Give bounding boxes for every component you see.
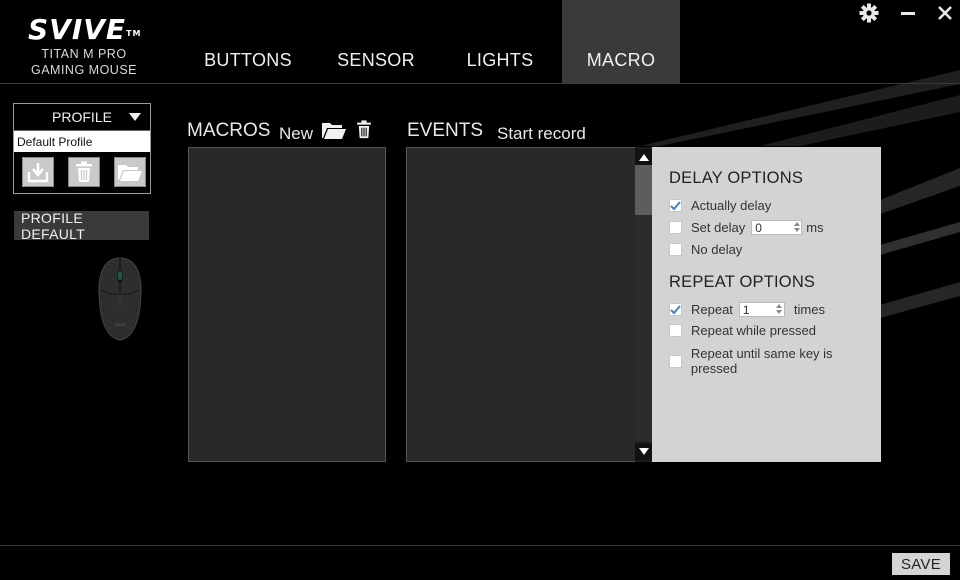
set-delay-checkbox[interactable] <box>669 221 682 234</box>
start-record-button[interactable]: Start record <box>497 124 586 144</box>
macros-list[interactable] <box>188 147 386 462</box>
actually-delay-checkbox[interactable] <box>669 199 682 212</box>
open-profile-button[interactable] <box>114 157 146 187</box>
save-button[interactable]: SAVE <box>892 553 950 575</box>
chevron-down-icon <box>129 113 141 121</box>
events-title: EVENTS <box>407 120 484 141</box>
import-icon <box>27 163 49 183</box>
checkmark-icon <box>670 304 681 314</box>
minimize-icon[interactable] <box>897 2 919 24</box>
repeat-label: Repeat <box>691 302 733 317</box>
profile-default-label: PROFILE DEFAULT <box>14 210 149 242</box>
scroll-down-button[interactable] <box>635 444 652 460</box>
no-delay-option: No delay <box>669 242 742 257</box>
footer-divider <box>0 545 960 546</box>
repeat-count-value: 1 <box>742 302 750 317</box>
events-scrollbar[interactable] <box>635 147 652 462</box>
no-delay-label: No delay <box>691 242 743 257</box>
trash-icon <box>76 161 92 182</box>
brand-logo: SVIVETM TITAN M PRO GAMING MOUSE <box>28 14 140 78</box>
open-macro-button[interactable] <box>321 120 347 145</box>
close-icon[interactable] <box>934 2 956 24</box>
profile-panel: PROFILE Default Profile <box>13 103 151 194</box>
repeat-unit: times <box>793 302 825 317</box>
spinner-arrows-icon[interactable] <box>793 222 800 232</box>
profile-dropdown-label: PROFILE <box>52 109 112 125</box>
folder-open-icon <box>322 123 346 139</box>
arrow-up-icon <box>638 154 649 161</box>
repeat-until-same-key-label: Repeat until same key is pressed <box>690 346 833 376</box>
profile-selected-item[interactable]: Default Profile <box>14 131 150 152</box>
events-list[interactable] <box>406 147 636 462</box>
gear-icon[interactable] <box>858 2 880 24</box>
repeat-until-same-key-option: Repeat until same key is pressed <box>669 346 881 376</box>
no-delay-checkbox[interactable] <box>669 243 682 256</box>
profile-actions <box>14 152 150 187</box>
product-subtitle: GAMING MOUSE <box>30 63 137 77</box>
main-tabs: BUTTONS SENSOR LIGHTS MACRO <box>182 0 680 84</box>
logo-wordmark: SVIVETM <box>28 13 142 46</box>
macros-title: MACROS <box>187 120 271 141</box>
repeat-options-title: REPEAT OPTIONS <box>669 273 816 291</box>
mouse-image: svive <box>98 257 142 341</box>
tab-sensor[interactable]: SENSOR <box>314 0 438 84</box>
svg-text:svive: svive <box>115 322 126 327</box>
repeat-while-pressed-checkbox[interactable] <box>669 324 682 337</box>
scrollbar-track[interactable] <box>635 215 652 442</box>
actually-delay-label: Actually delay <box>691 198 772 213</box>
new-macro-button[interactable]: New <box>279 124 313 144</box>
model-name: TITAN M PRO <box>41 47 127 61</box>
delay-unit: ms <box>806 220 824 235</box>
delay-options-title: DELAY OPTIONS <box>669 169 804 187</box>
repeat-checkbox[interactable] <box>669 303 682 316</box>
arrow-down-icon <box>638 448 649 455</box>
tab-macro[interactable]: MACRO <box>562 0 680 84</box>
set-delay-label: Set delay <box>691 220 746 235</box>
actually-delay-option: Actually delay <box>669 198 771 213</box>
tab-lights[interactable]: LIGHTS <box>438 0 562 84</box>
folder-open-icon <box>118 165 142 181</box>
repeat-while-pressed-option: Repeat while pressed <box>669 323 816 338</box>
scrollbar-thumb[interactable] <box>635 165 652 215</box>
checkmark-icon <box>670 200 681 210</box>
spinner-arrows-icon[interactable] <box>776 304 783 314</box>
delete-profile-button[interactable] <box>68 157 100 187</box>
repeat-option: Repeat 1 times <box>669 302 825 317</box>
tab-buttons[interactable]: BUTTONS <box>182 0 314 84</box>
macro-options-panel: DELAY OPTIONS Actually delay Set delay 0… <box>652 147 881 462</box>
repeat-while-pressed-label: Repeat while pressed <box>691 323 817 338</box>
scroll-up-button[interactable] <box>635 149 652 165</box>
header-divider <box>0 83 960 84</box>
profile-dropdown[interactable]: PROFILE <box>14 104 150 131</box>
import-profile-button[interactable] <box>22 157 54 187</box>
repeat-count-input[interactable]: 1 <box>738 302 785 317</box>
trash-icon <box>357 120 371 139</box>
delay-value: 0 <box>755 220 762 235</box>
repeat-until-same-key-checkbox[interactable] <box>669 354 682 368</box>
delay-value-input[interactable]: 0 <box>751 220 803 235</box>
delete-macro-button[interactable] <box>356 120 372 144</box>
set-delay-option: Set delay 0 ms <box>669 220 824 235</box>
